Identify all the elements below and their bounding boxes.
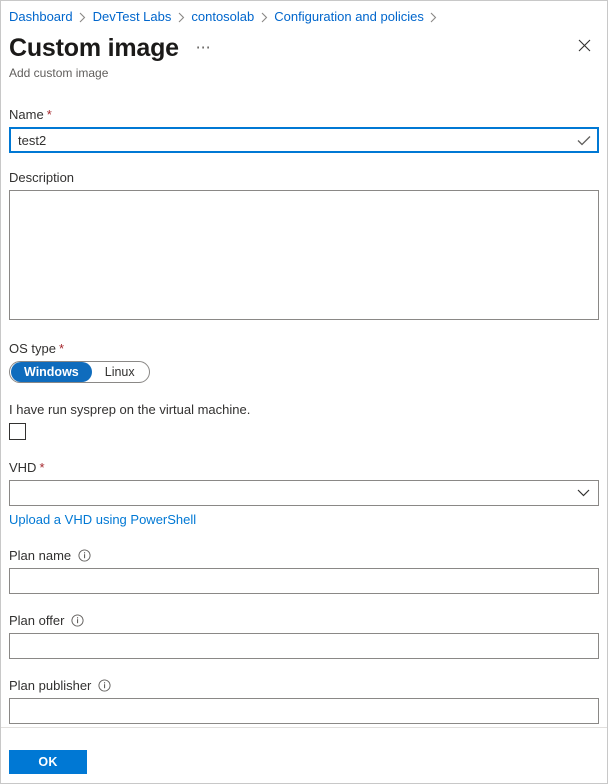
name-input[interactable] (9, 127, 599, 153)
ok-button[interactable]: OK (9, 750, 87, 774)
breadcrumb-item-devtest-labs[interactable]: DevTest Labs (93, 7, 172, 27)
field-description: Description (9, 169, 599, 320)
breadcrumb-item-dashboard[interactable]: Dashboard (9, 7, 73, 27)
os-type-option-windows[interactable]: Windows (11, 362, 92, 382)
os-type-label: OS type (9, 341, 56, 356)
vhd-required-marker: * (39, 460, 45, 475)
field-plan-publisher: Plan publisher (9, 677, 599, 724)
plan-name-label-row: Plan name (9, 547, 599, 564)
chevron-right-icon (424, 7, 444, 27)
chevron-right-icon (73, 7, 93, 27)
plan-offer-input[interactable] (9, 633, 599, 659)
page-subtitle: Add custom image (9, 66, 109, 80)
os-type-label-row: OS type * (9, 340, 599, 357)
plan-publisher-input[interactable] (9, 698, 599, 724)
footer-separator (1, 727, 607, 728)
name-required-marker: * (46, 107, 52, 122)
name-label-row: Name * (9, 106, 599, 123)
footer: OK (9, 750, 87, 774)
os-type-option-linux[interactable]: Linux (92, 362, 148, 382)
info-icon[interactable] (71, 614, 84, 627)
field-vhd: VHD * Upload a VHD using PowerShell (9, 459, 599, 529)
close-icon (578, 39, 591, 57)
upload-vhd-link[interactable]: Upload a VHD using PowerShell (9, 511, 196, 528)
field-os-type: OS type * Windows Linux (9, 340, 599, 383)
custom-image-blade: Dashboard DevTest Labs contosolab Config… (0, 0, 608, 784)
field-plan-offer: Plan offer (9, 612, 599, 659)
breadcrumb-item-configuration-and-policies[interactable]: Configuration and policies (274, 7, 424, 27)
plan-publisher-label-row: Plan publisher (9, 677, 599, 694)
plan-offer-label: Plan offer (9, 613, 65, 628)
description-label: Description (9, 170, 75, 185)
info-icon[interactable] (78, 549, 91, 562)
plan-publisher-label: Plan publisher (9, 678, 92, 693)
more-options-icon[interactable]: ⋯ (193, 37, 215, 59)
plan-name-label: Plan name (9, 548, 72, 563)
os-type-toggle: Windows Linux (9, 361, 150, 383)
name-input-wrap (9, 127, 599, 153)
info-icon[interactable] (98, 679, 111, 692)
title-row: Custom image ⋯ (9, 31, 599, 65)
sysprep-checkbox[interactable] (9, 423, 26, 440)
chevron-right-icon (171, 7, 191, 27)
sysprep-label: I have run sysprep on the virtual machin… (9, 402, 251, 417)
chevron-right-icon (254, 7, 274, 27)
close-button[interactable] (569, 33, 599, 63)
name-label: Name (9, 107, 44, 122)
plan-name-input[interactable] (9, 568, 599, 594)
description-textarea[interactable] (9, 190, 599, 320)
vhd-select-wrap (9, 480, 599, 506)
vhd-select[interactable] (9, 480, 599, 506)
vhd-label-row: VHD * (9, 459, 599, 476)
page-title: Custom image (9, 34, 179, 62)
vhd-label: VHD (9, 460, 37, 475)
breadcrumb: Dashboard DevTest Labs contosolab Config… (9, 7, 444, 27)
breadcrumb-item-contosolab[interactable]: contosolab (191, 7, 254, 27)
description-label-row: Description (9, 169, 599, 186)
os-type-required-marker: * (58, 341, 65, 356)
field-plan-name: Plan name (9, 547, 599, 594)
plan-offer-label-row: Plan offer (9, 612, 599, 629)
field-name: Name * (9, 106, 599, 153)
custom-image-form: Name * Description OS type * (1, 106, 607, 726)
field-sysprep: I have run sysprep on the virtual machin… (9, 401, 599, 440)
